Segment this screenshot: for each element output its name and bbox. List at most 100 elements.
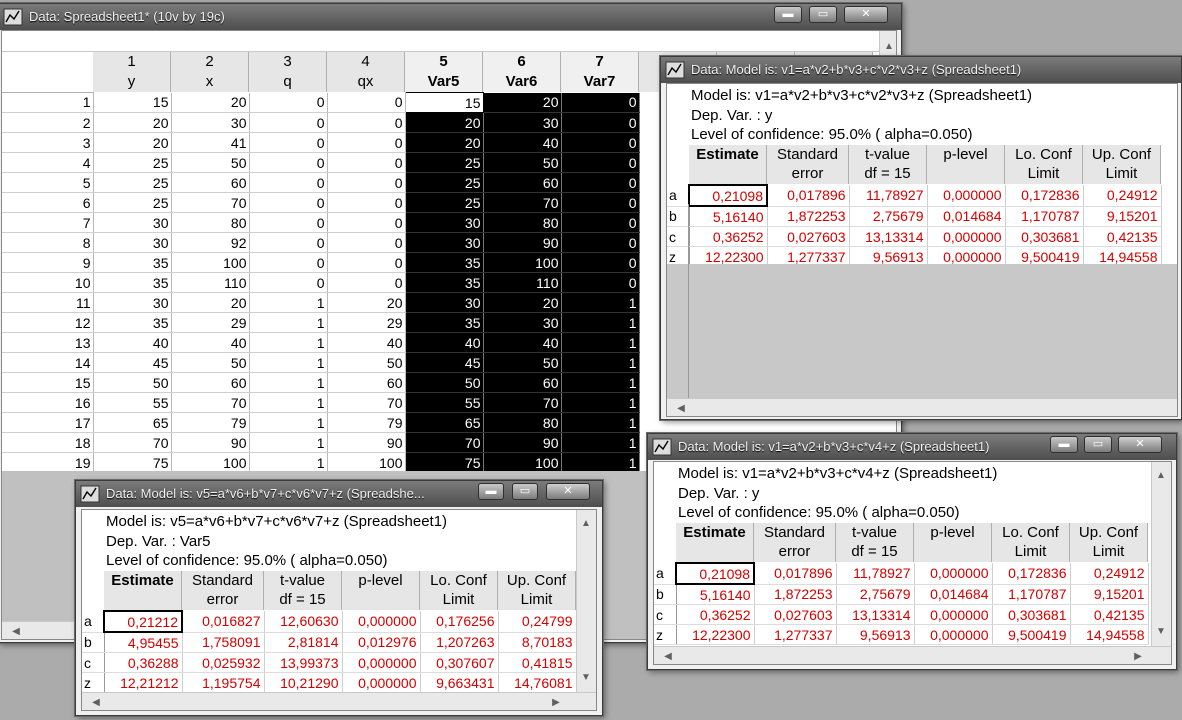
table-cell[interactable]: 0 — [327, 92, 406, 113]
table-cell[interactable]: 25 — [405, 192, 484, 213]
table-cell[interactable]: 110 — [483, 272, 562, 293]
results-left-titlebar[interactable]: Data: Model is: v5=a*v6+b*v7+c*v6*v7+z (… — [76, 481, 602, 507]
row-header[interactable]: 12 — [2, 312, 94, 333]
result-header-1[interactable]: Estimate — [104, 571, 182, 610]
table-cell[interactable]: 30 — [93, 292, 172, 313]
result-header-3[interactable]: t-value df = 15 — [849, 145, 927, 184]
table-cell[interactable]: 0 — [249, 272, 328, 293]
table-cell[interactable]: 0 — [561, 132, 640, 153]
table-cell[interactable]: 35 — [93, 252, 172, 273]
table-cell[interactable]: 70 — [483, 392, 562, 413]
result-cell[interactable]: 0,41815 — [498, 652, 577, 673]
table-cell[interactable]: 0 — [327, 212, 406, 233]
table-cell[interactable]: 30 — [483, 112, 562, 133]
result-cell[interactable]: 2,75679 — [836, 584, 915, 605]
table-cell[interactable]: 30 — [483, 312, 562, 333]
table-cell[interactable]: 79 — [171, 412, 250, 433]
table-cell[interactable]: 0 — [327, 132, 406, 153]
result-header-2[interactable]: Standard error — [754, 523, 836, 562]
results-right-vscrollbar[interactable]: ▲ ▼ — [1151, 462, 1171, 646]
table-cell[interactable]: 90 — [483, 232, 562, 253]
grid-corner[interactable] — [2, 52, 94, 93]
table-cell[interactable]: 0 — [249, 152, 328, 173]
param-label[interactable]: a — [667, 185, 690, 207]
table-cell[interactable]: 0 — [249, 132, 328, 153]
table-cell[interactable]: 100 — [171, 252, 250, 273]
table-cell[interactable]: 70 — [327, 392, 406, 413]
results-right-scroll-down-icon[interactable]: ▼ — [1153, 624, 1169, 640]
row-header[interactable]: 5 — [2, 172, 94, 193]
result-cell[interactable]: 1,872253 — [767, 206, 850, 227]
result-header-1[interactable]: Estimate — [676, 523, 754, 562]
table-cell[interactable]: 1 — [561, 392, 640, 413]
table-cell[interactable]: 20 — [405, 132, 484, 153]
param-label[interactable]: z — [654, 624, 677, 645]
table-cell[interactable]: 0 — [561, 212, 640, 233]
result-cell[interactable]: 0,307607 — [420, 652, 499, 673]
table-cell[interactable]: 1 — [561, 372, 640, 393]
table-cell[interactable]: 30 — [171, 112, 250, 133]
table-cell[interactable]: 0 — [327, 232, 406, 253]
table-cell[interactable]: 30 — [405, 232, 484, 253]
table-cell[interactable]: 50 — [171, 152, 250, 173]
result-cell[interactable]: 8,70183 — [498, 632, 577, 653]
table-cell[interactable]: 70 — [483, 192, 562, 213]
table-cell[interactable]: 1 — [249, 352, 328, 373]
table-cell[interactable]: 15 — [404, 92, 484, 113]
table-cell[interactable]: 20 — [171, 92, 250, 113]
table-cell[interactable]: 35 — [93, 272, 172, 293]
table-cell[interactable]: 35 — [405, 252, 484, 273]
result-header-4[interactable]: p-level — [914, 523, 992, 562]
result-cell[interactable]: 12,22300 — [676, 624, 755, 645]
table-cell[interactable]: 90 — [171, 432, 250, 453]
result-cell[interactable]: 1,758091 — [182, 632, 265, 653]
table-cell[interactable]: 0 — [249, 252, 328, 273]
result-cell[interactable]: 0,21098 — [675, 562, 755, 585]
table-cell[interactable]: 40 — [93, 332, 172, 353]
table-cell[interactable]: 100 — [483, 452, 562, 473]
result-cell[interactable]: 0,172836 — [992, 563, 1071, 585]
column-header-4[interactable]: 4 qx — [327, 52, 405, 92]
table-cell[interactable]: 25 — [93, 152, 172, 173]
row-header[interactable]: 14 — [2, 352, 94, 373]
results-right-close-button[interactable]: ✕ — [1118, 436, 1162, 453]
table-cell[interactable]: 70 — [171, 192, 250, 213]
result-cell[interactable]: 0,016827 — [182, 611, 265, 633]
result-cell[interactable]: 0,027603 — [767, 226, 850, 247]
result-cell[interactable]: 0,014684 — [927, 206, 1006, 227]
row-header[interactable]: 7 — [2, 212, 94, 233]
result-cell[interactable]: 0,21098 — [688, 184, 768, 207]
param-label[interactable]: b — [667, 206, 690, 227]
table-cell[interactable]: 1 — [249, 392, 328, 413]
result-cell[interactable]: 1,170787 — [992, 584, 1071, 605]
table-cell[interactable]: 80 — [483, 212, 562, 233]
result-header-6[interactable]: Up. Conf Limit — [498, 571, 576, 610]
result-cell[interactable]: 0,000000 — [914, 604, 993, 625]
column-header-6[interactable]: 6 Var6 — [483, 52, 561, 92]
table-cell[interactable]: 35 — [405, 312, 484, 333]
result-cell[interactable]: 0,017896 — [767, 185, 850, 207]
results-top-scroll-left-icon[interactable]: ◀ — [673, 401, 689, 416]
table-cell[interactable]: 25 — [93, 172, 172, 193]
result-cell[interactable]: 0,36252 — [689, 226, 768, 247]
table-cell[interactable]: 45 — [405, 352, 484, 373]
table-cell[interactable]: 0 — [249, 92, 328, 113]
table-cell[interactable]: 100 — [327, 452, 406, 473]
result-header-2[interactable]: Standard error — [767, 145, 849, 184]
result-cell[interactable]: 14,94558 — [1070, 624, 1149, 645]
results-right-minimize-button[interactable]: ▬ — [1050, 436, 1078, 453]
row-header[interactable]: 4 — [2, 152, 94, 173]
results-right-hscrollbar[interactable]: ◀ ▶ — [654, 646, 1171, 664]
result-cell[interactable]: 14,76081 — [498, 672, 577, 693]
row-header[interactable]: 3 — [2, 132, 94, 153]
row-header[interactable]: 9 — [2, 252, 94, 273]
table-cell[interactable]: 110 — [171, 272, 250, 293]
row-header[interactable]: 1 — [2, 92, 94, 113]
table-cell[interactable]: 75 — [93, 452, 172, 473]
result-cell[interactable]: 0,000000 — [342, 652, 421, 673]
result-cell[interactable]: 13,13314 — [849, 226, 928, 247]
table-cell[interactable]: 25 — [405, 152, 484, 173]
result-header-6[interactable]: Up. Conf Limit — [1070, 523, 1148, 562]
results-right-content[interactable]: Model is: v1=a*v2+b*v3+c*v4+z (Spreadshe… — [653, 461, 1172, 665]
table-cell[interactable]: 0 — [327, 252, 406, 273]
